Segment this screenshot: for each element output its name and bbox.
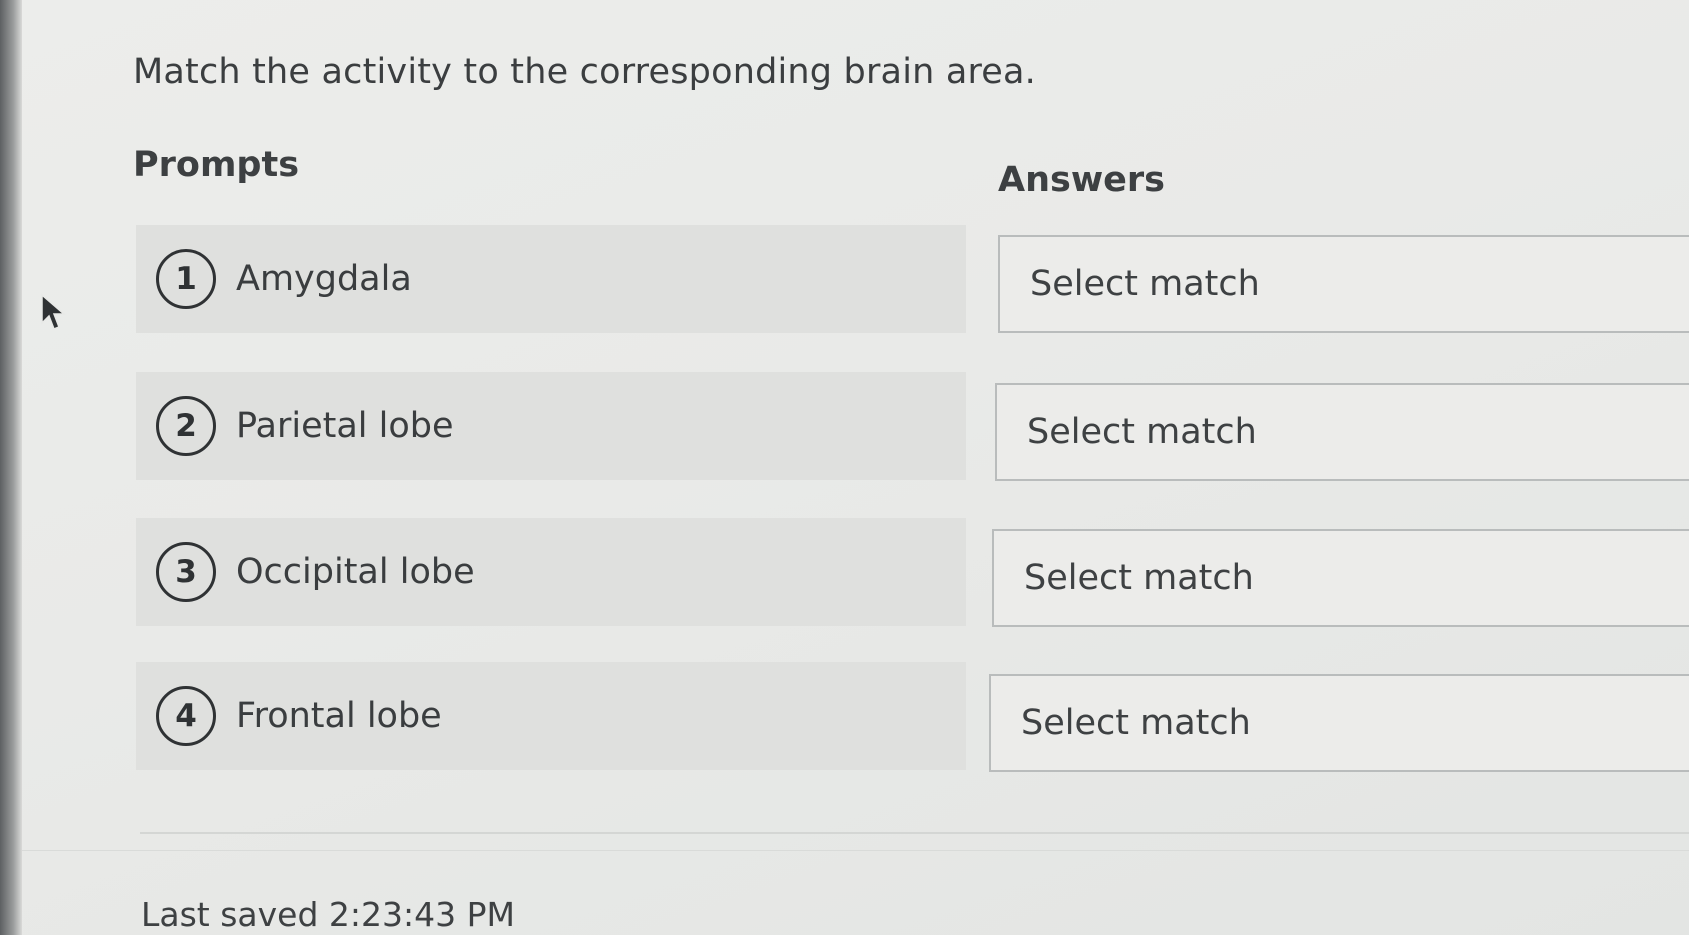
prompts-heading: Prompts: [133, 145, 300, 185]
screen-bezel: [0, 0, 22, 935]
answers-heading: Answers: [998, 160, 1166, 200]
mouse-pointer-icon: [41, 293, 66, 330]
answer-select-3[interactable]: Select match: [992, 529, 1689, 627]
answer-select-2[interactable]: Select match: [995, 383, 1689, 481]
prompt-label: Amygdala: [236, 259, 412, 299]
last-saved-status: Last saved 2:23:43 PM: [141, 895, 515, 934]
prompt-label: Parietal lobe: [236, 406, 454, 446]
prompt-number-badge: 2: [156, 396, 216, 456]
question-text: Match the activity to the corresponding …: [133, 52, 1037, 92]
prompt-row-2: 2 Parietal lobe: [136, 372, 966, 480]
answer-select-4[interactable]: Select match: [989, 674, 1689, 772]
prompt-label: Frontal lobe: [236, 696, 442, 736]
prompt-number-badge: 4: [156, 686, 216, 746]
footer-divider: [140, 832, 1689, 834]
prompt-number-badge: 1: [156, 249, 216, 309]
prompt-label: Occipital lobe: [236, 552, 475, 592]
prompt-row-3: 3 Occipital lobe: [136, 518, 966, 626]
prompt-row-4: 4 Frontal lobe: [136, 662, 966, 770]
prompt-row-1: 1 Amygdala: [136, 225, 966, 333]
prompt-number-badge: 3: [156, 542, 216, 602]
answer-select-1[interactable]: Select match: [998, 235, 1689, 333]
footer-divider-secondary: [22, 850, 1689, 851]
